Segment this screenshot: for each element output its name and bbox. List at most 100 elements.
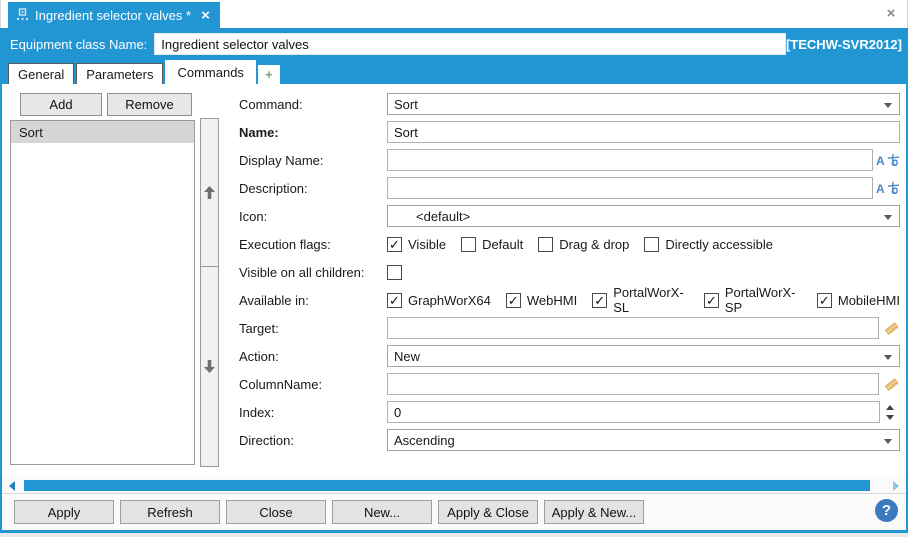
description-row: Description: A	[239, 177, 900, 199]
name-row: Name:	[239, 121, 900, 143]
index-row: Index:	[239, 401, 900, 423]
document-tab-close-icon[interactable]: ×	[201, 8, 210, 23]
equipment-icon	[16, 8, 29, 22]
tab-parameters[interactable]: Parameters	[76, 63, 164, 84]
command-dropdown[interactable]: Sort	[387, 93, 900, 115]
checkbox-visible[interactable]: Visible	[387, 236, 446, 252]
scroll-right-icon[interactable]	[893, 481, 899, 491]
name-label: Name:	[239, 124, 279, 140]
direction-dropdown[interactable]: Ascending	[387, 429, 900, 451]
tab-strip: General Parameters Commands +	[2, 60, 906, 84]
svg-text:A: A	[876, 182, 885, 195]
add-command-button[interactable]: Add	[20, 93, 102, 116]
checkbox-portalworx-sl[interactable]: PortalWorX-SL	[592, 285, 689, 315]
command-list: Sort	[10, 120, 195, 465]
spinner-up-icon[interactable]	[886, 404, 894, 410]
tab-commands[interactable]: Commands	[165, 60, 256, 84]
command-label: Command:	[239, 96, 303, 112]
name-input[interactable]	[387, 121, 900, 143]
columnname-label: ColumnName:	[239, 376, 323, 392]
icon-label: Icon:	[239, 208, 268, 224]
available-in-label: Available in:	[239, 292, 309, 308]
checkbox-mobilehmi[interactable]: MobileHMI	[816, 292, 900, 308]
command-row: Command: Sort	[239, 93, 900, 115]
description-input[interactable]	[387, 177, 873, 199]
icon-row: Icon: <default>	[239, 205, 900, 227]
new-button[interactable]: New...	[332, 500, 432, 524]
action-row: Action: New	[239, 345, 900, 367]
direction-row: Direction: Ascending	[239, 429, 900, 451]
tag-picker-icon[interactable]	[883, 376, 900, 393]
checkbox-icon[interactable]	[703, 292, 719, 308]
chevron-down-icon	[884, 215, 892, 220]
window-close-icon[interactable]: ×	[883, 6, 899, 22]
checkbox-default[interactable]: Default	[461, 236, 523, 252]
remove-command-button[interactable]: Remove	[107, 93, 192, 116]
action-dropdown[interactable]: New	[387, 345, 900, 367]
equipment-class-name-input[interactable]	[154, 33, 786, 55]
equipment-class-editor-window: Ingredient selector valves * × × Equipme…	[0, 0, 908, 537]
close-button[interactable]: Close	[226, 500, 326, 524]
apply-and-close-button[interactable]: Apply & Close	[438, 500, 538, 524]
apply-and-new-button[interactable]: Apply & New...	[544, 500, 644, 524]
spinner-down-icon[interactable]	[886, 414, 894, 420]
checkbox-webhmi[interactable]: WebHMI	[505, 292, 577, 308]
checkbox-visible-on-all-children[interactable]	[387, 264, 402, 280]
tag-picker-icon[interactable]	[883, 320, 900, 337]
columnname-input[interactable]	[387, 373, 879, 395]
command-list-item[interactable]: Sort	[11, 121, 194, 143]
checkbox-portalworx-sp[interactable]: PortalWorX-SP	[703, 285, 802, 315]
document-tab[interactable]: Ingredient selector valves * ×	[8, 2, 220, 28]
scrollbar-thumb[interactable]	[24, 480, 870, 491]
checkbox-directly-accessible[interactable]: Directly accessible	[644, 236, 773, 252]
available-in-row: Available in: GraphWorX64 WebHMI Port	[239, 285, 900, 315]
visible-on-all-children-row: Visible on all children:	[239, 261, 900, 283]
scroll-left-icon[interactable]	[9, 481, 15, 491]
checkbox-icon[interactable]	[644, 236, 660, 252]
server-name-badge: [TECHW-SVR2012]	[785, 36, 902, 52]
index-stepper[interactable]	[880, 404, 900, 420]
index-label: Index:	[239, 404, 275, 420]
tab-general[interactable]: General	[8, 63, 75, 84]
command-form: Command: Sort Name: Display Name: A	[239, 93, 900, 457]
checkbox-icon[interactable]	[816, 292, 832, 308]
icon-dropdown[interactable]: <default>	[387, 205, 900, 227]
index-input[interactable]	[387, 401, 880, 423]
window-body: Equipment class Name: [TECHW-SVR2012] Ge…	[0, 28, 908, 533]
document-tab-title: Ingredient selector valves *	[35, 7, 192, 23]
checkbox-drag-drop[interactable]: Drag & drop	[538, 236, 629, 252]
document-tab-bar: Ingredient selector valves * × ×	[0, 0, 908, 28]
refresh-button[interactable]: Refresh	[120, 500, 220, 524]
svg-text:A: A	[876, 154, 885, 167]
display-name-row: Display Name: A	[239, 149, 900, 171]
arrow-down-icon	[204, 360, 215, 373]
display-name-label: Display Name:	[239, 152, 324, 168]
apply-button[interactable]: Apply	[14, 500, 114, 524]
columnname-row: ColumnName:	[239, 373, 900, 395]
help-button[interactable]: ?	[875, 499, 898, 522]
checkbox-graphworx64[interactable]: GraphWorX64	[387, 292, 491, 308]
checkbox-icon[interactable]	[505, 292, 521, 308]
move-up-button[interactable]	[200, 118, 219, 267]
checkbox-icon[interactable]	[387, 236, 402, 252]
checkbox-icon[interactable]	[538, 236, 554, 252]
checkbox-icon[interactable]	[461, 236, 477, 252]
equipment-class-name-label: Equipment class Name:	[10, 36, 148, 52]
target-row: Target:	[239, 317, 900, 339]
horizontal-scrollbar[interactable]	[2, 478, 906, 493]
arrow-up-icon	[204, 186, 215, 199]
chevron-down-icon	[884, 355, 892, 360]
tab-add[interactable]: +	[257, 65, 280, 84]
chevron-down-icon	[884, 103, 892, 108]
checkbox-icon[interactable]	[387, 292, 402, 308]
target-input[interactable]	[387, 317, 879, 339]
description-label: Description:	[239, 180, 308, 196]
action-label: Action:	[239, 348, 279, 364]
execution-flags-label: Execution flags:	[239, 236, 331, 252]
display-name-input[interactable]	[387, 149, 873, 171]
localization-icon[interactable]: A	[876, 181, 900, 195]
localization-icon[interactable]: A	[876, 153, 900, 167]
checkbox-icon[interactable]	[592, 292, 608, 308]
footer-button-bar: Apply Refresh Close New... Apply & Close…	[2, 493, 906, 530]
move-down-button[interactable]	[200, 266, 219, 467]
